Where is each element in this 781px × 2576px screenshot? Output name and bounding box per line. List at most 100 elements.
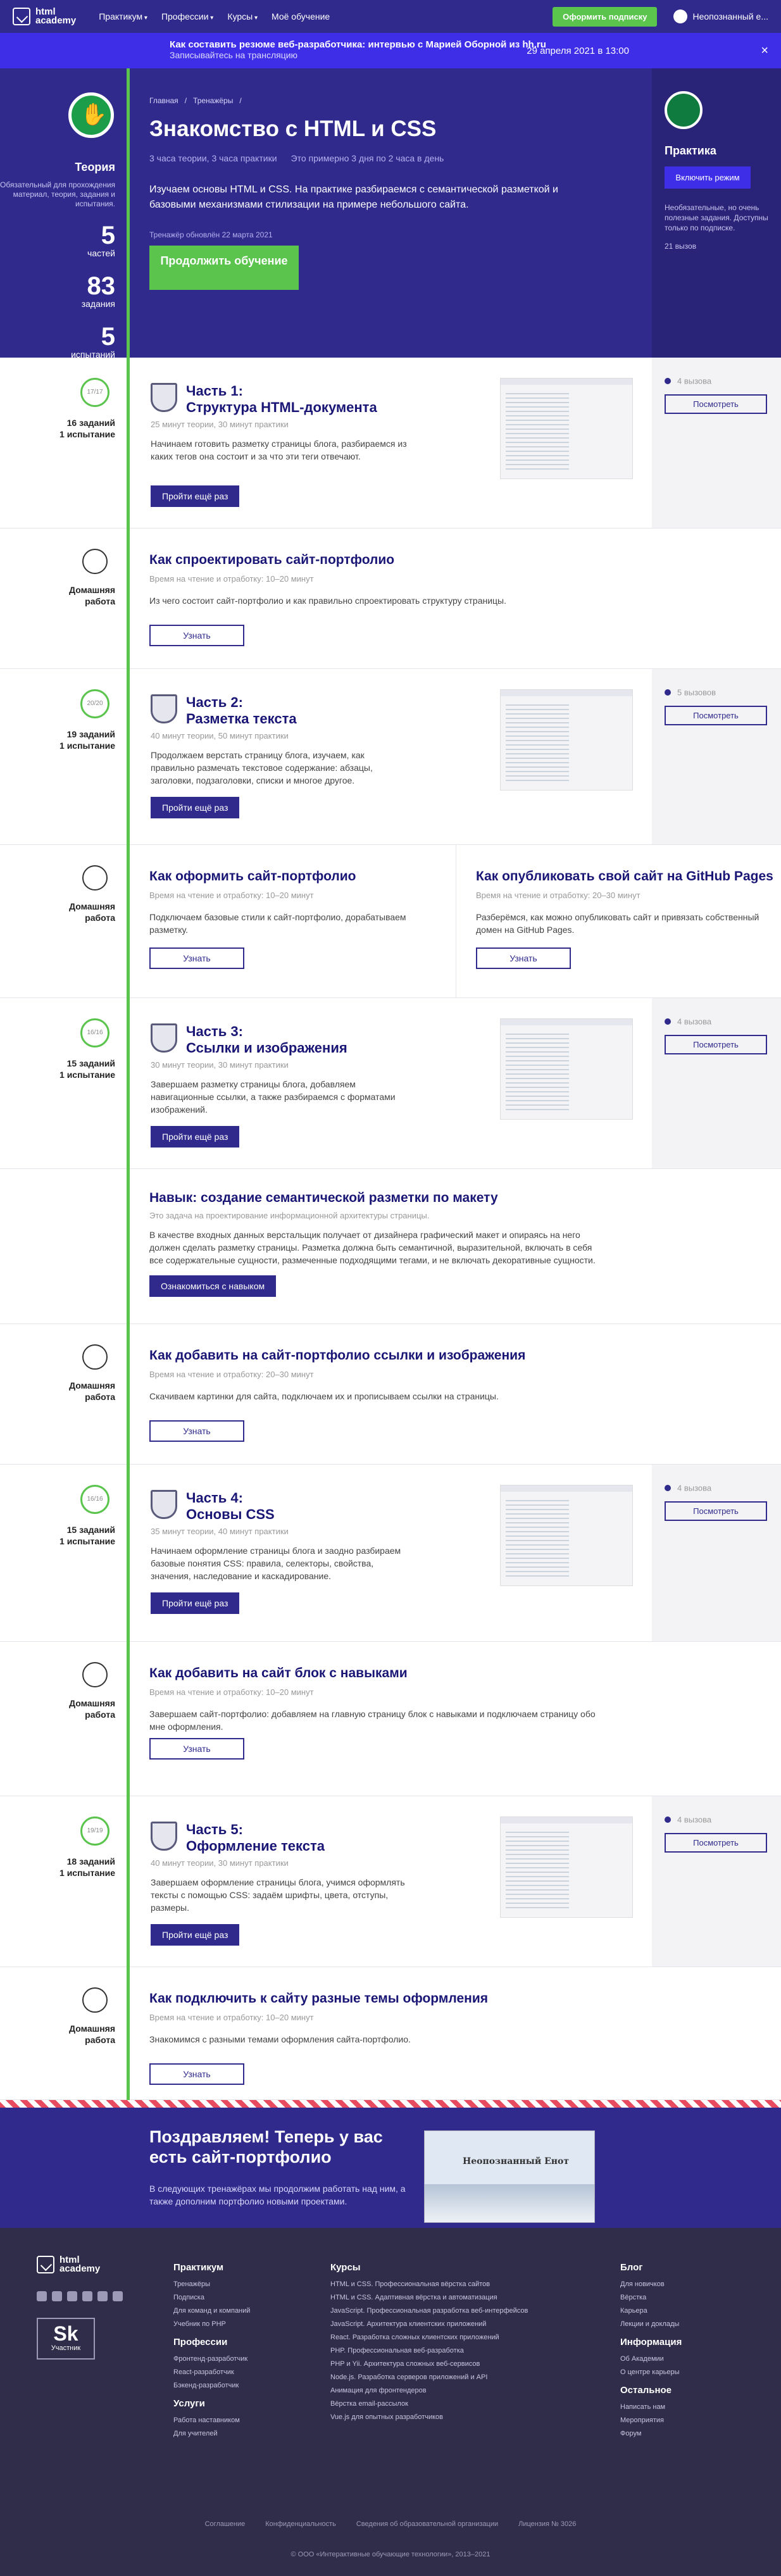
homework-title[interactable]: Как добавить на сайт-портфолио ссылки и … [149, 1348, 525, 1363]
footer-link[interactable]: Карьера [620, 2307, 682, 2315]
retry-button[interactable]: Пройти ещё раз [151, 1126, 240, 1147]
footer-link[interactable]: Форум [620, 2430, 682, 2437]
view-button[interactable]: Посмотреть [665, 706, 767, 725]
retry-button[interactable]: Пройти ещё раз [151, 485, 240, 507]
skill-button[interactable]: Ознакомиться с навыком [149, 1275, 277, 1297]
course-meta: 3 часа теории, 3 часа практики Это пример… [149, 153, 444, 163]
facebook-icon[interactable] [52, 2291, 62, 2301]
part-meta: 35 минут теории, 40 минут практики [151, 1527, 289, 1536]
footer-link[interactable]: Vue.js для опытных разработчиков [330, 2413, 528, 2421]
homework-title[interactable]: Как оформить сайт-портфолио [149, 869, 356, 884]
footer-link[interactable]: HTML и CSS. Адаптивная вёрстка и автомат… [330, 2294, 528, 2301]
footer-link[interactable]: Node.js. Разработка серверов приложений … [330, 2373, 528, 2381]
continue-button[interactable]: Продолжить обучение [149, 246, 299, 290]
telegram-icon[interactable] [113, 2291, 123, 2301]
preview-code [506, 1497, 569, 1579]
homework-title[interactable]: Как подключить к сайту разные темы оформ… [149, 1991, 488, 2006]
learn-button[interactable]: Узнать [149, 2063, 244, 2085]
homework-title[interactable]: Как добавить на сайт блок с навыками [149, 1666, 408, 1681]
learn-button[interactable]: Узнать [149, 1420, 244, 1442]
footer-link[interactable]: Учебник по PHP [173, 2320, 250, 2328]
footer-link[interactable]: Анимация для фронтендеров [330, 2387, 528, 2394]
footer-link[interactable]: Для новичков [620, 2280, 682, 2288]
footer-link[interactable]: JavaScript. Профессиональная разработка … [330, 2307, 528, 2315]
retry-button[interactable]: Пройти ещё раз [151, 797, 240, 818]
instagram-icon[interactable] [97, 2291, 108, 2301]
footer-link[interactable]: Тренажёры [173, 2280, 250, 2288]
nav-my-learning[interactable]: Моё обучение [272, 11, 330, 22]
status-dot [665, 1484, 671, 1491]
user-menu[interactable]: Неопознанный е... [673, 9, 768, 23]
vk-icon[interactable] [37, 2291, 47, 2301]
section-hw: Домашняя работа Как добавить на сайт блок … [0, 1642, 781, 1796]
footer-link[interactable]: Мероприятия [620, 2417, 682, 2424]
nav-professions[interactable]: Профессии [161, 11, 213, 22]
learn-button[interactable]: Узнать [149, 625, 244, 646]
stat-parts: 5 частей [87, 222, 115, 258]
footer-link[interactable]: Вёрстка [620, 2294, 682, 2301]
youtube-icon[interactable] [67, 2291, 77, 2301]
homework-title[interactable]: Как спроектировать сайт-портфолио [149, 553, 394, 568]
practice-calls: 4 вызова [665, 1016, 768, 1027]
footer-link[interactable]: Подписка [173, 2294, 250, 2301]
theory-desc: Обязательный для прохождения материал, т… [0, 180, 116, 208]
view-button[interactable]: Посмотреть [665, 1501, 767, 1521]
footer-link[interactable]: Лекции и доклады [620, 2320, 682, 2328]
promo-banner[interactable]: Как составить резюме веб-разработчика: и… [0, 33, 781, 68]
enable-mode-button[interactable]: Включить режим [665, 166, 751, 189]
close-icon[interactable]: × [761, 44, 768, 58]
footer-link[interactable]: Для команд и компаний [173, 2307, 250, 2315]
logo[interactable]: html academy [13, 7, 76, 25]
lesson-preview-image [500, 378, 633, 479]
subscribe-button[interactable]: Оформить подписку [553, 6, 658, 27]
footer-link[interactable]: Фронтенд-разработчик [173, 2355, 250, 2363]
nav-practicum[interactable]: Практикум [99, 11, 147, 22]
congrats-title: Поздравляем! Теперь у вас есть сайт-порт… [149, 2127, 383, 2166]
footer-heading-practicum: Практикум [173, 2262, 224, 2273]
user-name: Неопознанный е... [692, 11, 768, 22]
footer-link[interactable]: О центре карьеры [620, 2368, 682, 2376]
course-intro: Изучаем основы HTML и CSS. На практике р… [149, 184, 558, 210]
homework-label: Домашняя работа [69, 901, 115, 923]
copyright: © ООО «Интерактивные обучающие технологи… [291, 2551, 490, 2558]
retry-button[interactable]: Пройти ещё раз [151, 1592, 240, 1614]
footer-link[interactable]: Работа наставником [173, 2417, 250, 2424]
footer-heading-info: Информация [620, 2337, 682, 2348]
homework-title[interactable]: Как опубликовать свой сайт на GitHub Pag… [476, 869, 773, 884]
footer-link[interactable]: React. Разработка сложных клиентских при… [330, 2334, 528, 2341]
footer-link[interactable]: Вёрстка email-рассылок [330, 2400, 528, 2408]
learn-button[interactable]: Узнать [149, 1738, 244, 1760]
footer-link[interactable]: React-разработчик [173, 2368, 250, 2376]
preview-browser-bar [501, 1817, 632, 1823]
footer-link[interactable]: Бэкенд-разработчик [173, 2382, 250, 2389]
learn-button[interactable]: Узнать [476, 947, 571, 969]
view-button[interactable]: Посмотреть [665, 1833, 767, 1853]
portfolio-preview-image: Неопознанный Енот [424, 2130, 595, 2223]
retry-button[interactable]: Пройти ещё раз [151, 1924, 240, 1946]
part-desc: Завершаем оформление страницы блога, учи… [151, 1877, 405, 1913]
updated-note: Тренажёр обновлён 22 марта 2021 [149, 230, 273, 239]
footer-link[interactable]: HTML и CSS. Профессиональная вёрстка сай… [330, 2280, 528, 2288]
footer-link[interactable]: PHP. Профессиональная веб-разработка [330, 2347, 528, 2354]
learn-button[interactable]: Узнать [149, 947, 244, 969]
footer-link[interactable]: Об Академии [620, 2355, 682, 2363]
twitter-icon[interactable] [82, 2291, 92, 2301]
calls-count: 5 вызовов [677, 687, 716, 697]
nav-courses[interactable]: Курсы [227, 11, 258, 22]
footer-logo[interactable]: html academy [37, 2255, 100, 2273]
view-button[interactable]: Посмотреть [665, 394, 767, 414]
footer-link[interactable]: PHP и Yii. Архитектура сложных веб-серви… [330, 2360, 528, 2368]
homework-desc: Подключаем базовые стили к сайт-портфоли… [149, 912, 406, 935]
section-hw2: Домашняя работа Как оформить сайт-портфоли… [0, 845, 781, 998]
progress-circle: 20/20 [80, 689, 109, 718]
part-meta: 30 минут теории, 30 минут практики [151, 1060, 289, 1070]
section-hw: Домашняя работа Как спроектировать сайт-по… [0, 528, 781, 669]
footer-link[interactable]: Написать нам [620, 2403, 682, 2411]
footer-link[interactable]: Для учителей [173, 2430, 250, 2437]
practice-desc: Необязательные, но очень полезные задани… [665, 203, 768, 232]
footer-link[interactable]: JavaScript. Архитектура клиентских прило… [330, 2320, 528, 2328]
homework-time: Время на чтение и отработку: 20–30 минут [476, 891, 640, 900]
practice-icon [665, 91, 703, 129]
homework-time: Время на чтение и отработку: 10–20 минут [149, 1687, 314, 1697]
view-button[interactable]: Посмотреть [665, 1035, 767, 1054]
